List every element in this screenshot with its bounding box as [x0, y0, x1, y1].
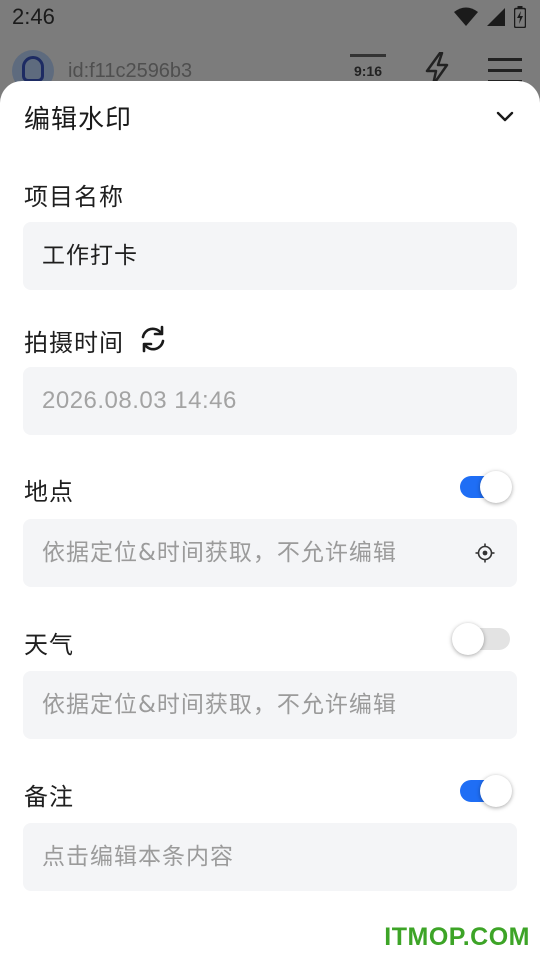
chevron-down-icon[interactable]	[494, 105, 516, 127]
refresh-icon[interactable]	[138, 324, 168, 354]
location-toggle[interactable]	[460, 471, 512, 503]
weather-field: 依据定位&时间获取，不允许编辑	[23, 671, 517, 739]
status-time: 2:46	[12, 4, 55, 29]
capture-time-label: 拍摄时间	[24, 329, 124, 357]
weather-label: 天气	[24, 631, 74, 659]
weather-toggle-knob	[452, 623, 484, 655]
location-placeholder: 依据定位&时间获取，不允许编辑	[42, 540, 397, 566]
site-watermark: ITMOP.COM	[384, 923, 530, 951]
remark-toggle[interactable]	[460, 775, 512, 807]
location-label: 地点	[24, 478, 74, 506]
remark-label: 备注	[24, 783, 74, 811]
remark-placeholder: 点击编辑本条内容	[42, 844, 234, 870]
user-id: id:f11c2596b3	[68, 60, 193, 82]
remark-toggle-knob	[480, 775, 512, 807]
capture-time-field: 2026.08.03 14:46	[23, 367, 517, 435]
remark-field[interactable]: 点击编辑本条内容	[23, 823, 517, 891]
wifi-icon	[454, 7, 478, 26]
project-name-label: 项目名称	[24, 183, 124, 211]
status-bar: 2:46	[0, 0, 540, 36]
capture-time-value: 2026.08.03 14:46	[42, 387, 237, 414]
sheet-title: 编辑水印	[24, 105, 133, 135]
clock-template-text: 9:16	[353, 63, 383, 79]
project-name-field[interactable]: 工作打卡	[23, 222, 517, 290]
signal-icon	[487, 8, 505, 26]
weather-placeholder: 依据定位&时间获取，不允许编辑	[42, 692, 397, 718]
edit-watermark-sheet: 编辑水印 项目名称 工作打卡 拍摄时间 2026.08.03 14:46 地点 …	[0, 81, 540, 960]
weather-toggle[interactable]	[452, 623, 512, 655]
status-icons	[454, 6, 526, 28]
project-name-value: 工作打卡	[42, 243, 138, 269]
location-toggle-knob	[480, 471, 512, 503]
locate-icon[interactable]	[475, 543, 495, 563]
battery-icon	[514, 6, 526, 28]
location-field: 依据定位&时间获取，不允许编辑	[23, 519, 517, 587]
